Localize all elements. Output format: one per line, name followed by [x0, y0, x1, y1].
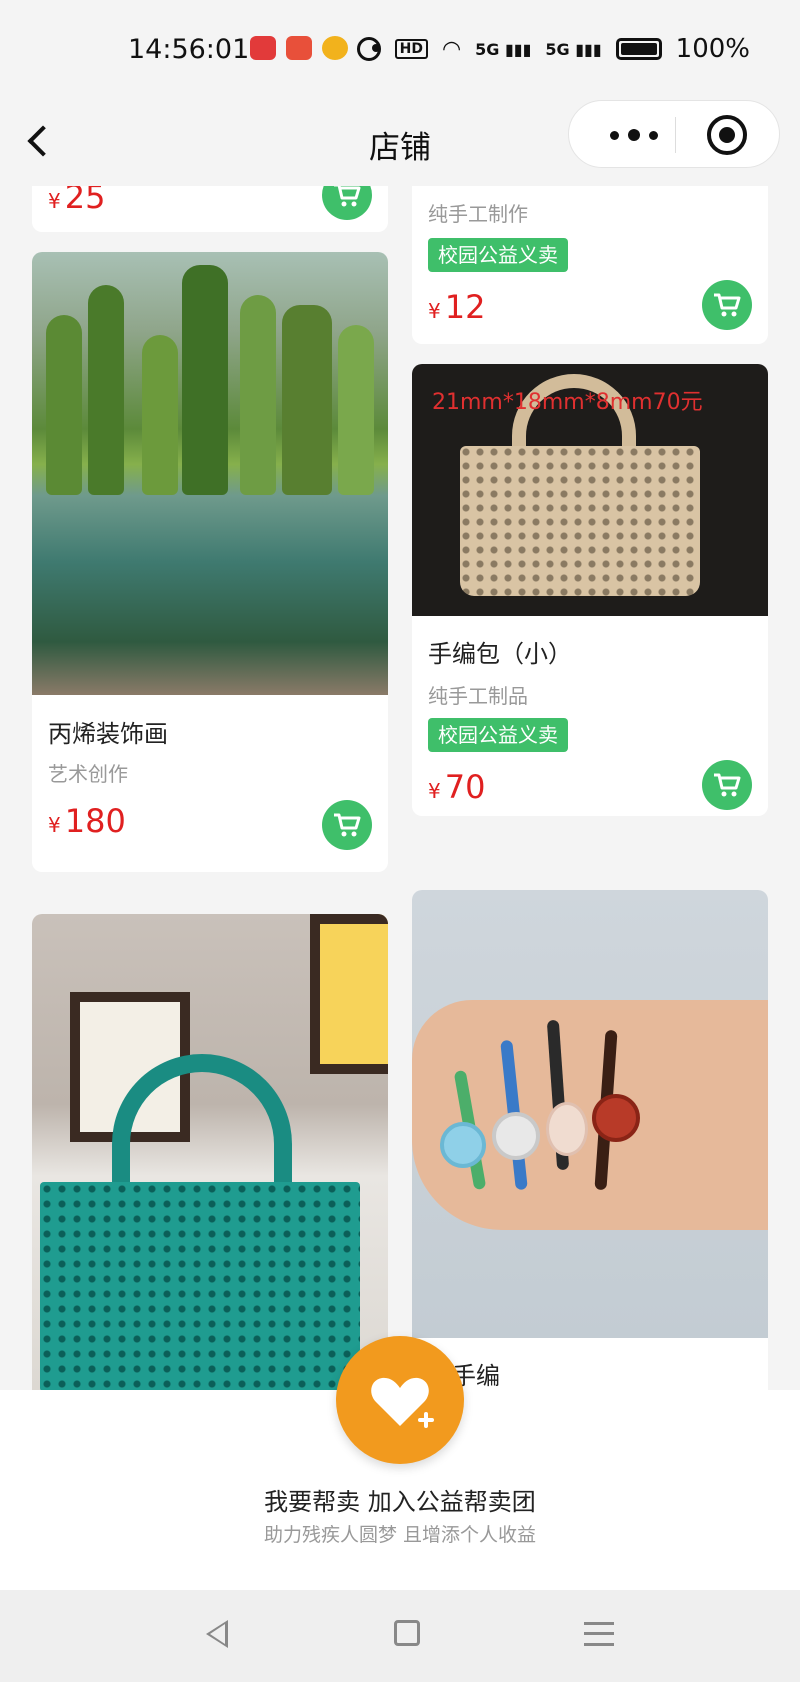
battery-level: 100%: [675, 34, 750, 64]
cart-icon: [714, 773, 741, 797]
tree: [240, 295, 276, 495]
battery-icon: [615, 38, 662, 60]
add-to-cart-button[interactable]: [702, 280, 752, 330]
product-card[interactable]: 纯手工制作 校园公益义卖 ¥12: [412, 186, 768, 344]
product-subtitle: 艺术创作: [48, 762, 128, 786]
close-mini-program-button[interactable]: [707, 115, 747, 155]
system-menu-icon[interactable]: [584, 1622, 614, 1646]
image-caption: 21mm*18mm*8mm70元: [432, 390, 703, 415]
status-time: 14:56:01: [128, 34, 250, 65]
bag-body: [40, 1182, 360, 1390]
capsule-divider: [675, 117, 676, 153]
weibo-icon: [322, 36, 348, 60]
cart-icon: [334, 813, 361, 837]
picture-frame: [310, 914, 388, 1074]
signal-icon: 5G ▮▮▮: [475, 39, 532, 59]
product-title: 丙烯装饰画: [48, 720, 168, 748]
product-grid: ¥25 纯手工制作 校园公益义卖 ¥12 丙烯装饰画 艺术创作 ¥180 21m…: [0, 186, 800, 1390]
bag-body: [460, 446, 700, 596]
bead: [492, 1112, 540, 1160]
hd-icon: HD: [394, 39, 428, 59]
tree: [46, 315, 82, 495]
wifi-icon: ◠: [441, 36, 462, 62]
status-right: HD ◠ 5G ▮▮▮ 5G ▮▮▮ 100%: [356, 34, 750, 64]
product-price: ¥180: [48, 802, 126, 840]
product-card[interactable]: ¥25: [32, 186, 388, 232]
product-image[interactable]: 21mm*18mm*8mm70元: [412, 364, 768, 616]
signal-icon-2: 5G ▮▮▮: [545, 39, 602, 59]
cart-icon: [334, 186, 361, 207]
tree: [282, 305, 332, 495]
system-home-icon[interactable]: [394, 1620, 420, 1646]
product-image[interactable]: [32, 252, 388, 695]
product-card[interactable]: 丙烯装饰画 艺术创作 ¥180: [32, 252, 388, 872]
product-image[interactable]: [412, 890, 768, 1338]
add-to-cart-button[interactable]: [702, 760, 752, 810]
alarm-icon: [356, 37, 381, 61]
status-bar: 14:56:01 HD ◠ 5G ▮▮▮ 5G ▮▮▮ 100%: [0, 0, 800, 100]
more-button[interactable]: [599, 123, 669, 147]
add-to-cart-button[interactable]: [322, 800, 372, 850]
product-price: ¥25: [48, 186, 106, 216]
mini-program-capsule: [568, 100, 780, 168]
tree: [142, 335, 178, 495]
system-nav-bar: [0, 1590, 800, 1682]
nav-bar: 店铺: [0, 100, 800, 186]
app-notification-icon: [250, 36, 276, 60]
bead: [440, 1122, 486, 1168]
product-card[interactable]: 翠手编: [412, 890, 768, 1390]
heart-plus-icon: [371, 1377, 434, 1428]
tree: [88, 285, 124, 495]
add-to-cart-button[interactable]: [322, 186, 372, 220]
charity-tag: 校园公益义卖: [428, 238, 568, 272]
product-image[interactable]: [32, 914, 388, 1390]
product-subtitle: 纯手工制品: [428, 684, 528, 708]
product-card[interactable]: 21mm*18mm*8mm70元 手编包（小） 纯手工制品 校园公益义卖 ¥70: [412, 364, 768, 816]
promo-title[interactable]: 我要帮卖 加入公益帮卖团: [0, 1482, 800, 1517]
bead: [592, 1094, 640, 1142]
cart-icon: [714, 293, 741, 317]
product-card[interactable]: [32, 914, 388, 1390]
tree: [338, 325, 374, 495]
system-back-icon[interactable]: [206, 1620, 228, 1648]
bead: [546, 1102, 588, 1156]
promo-subtitle: 助力残疾人圆梦 且增添个人收益: [263, 1524, 537, 1546]
tree: [182, 265, 228, 495]
product-title: 手编包（小）: [428, 640, 572, 668]
product-price: ¥70: [428, 768, 486, 806]
charity-tag: 校园公益义卖: [428, 718, 568, 752]
product-price: ¥12: [428, 288, 486, 326]
app-notification-icon: [286, 36, 312, 60]
join-seller-button[interactable]: [336, 1336, 464, 1464]
product-subtitle: 纯手工制作: [428, 202, 528, 226]
